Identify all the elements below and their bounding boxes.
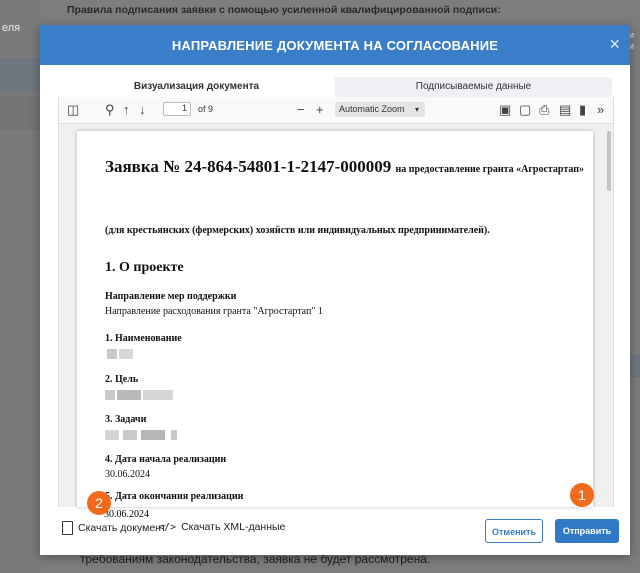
- field-label: 3. Задачи: [105, 414, 147, 425]
- zoom-out-icon[interactable]: −: [297, 102, 305, 117]
- more-tools-icon[interactable]: »: [597, 102, 604, 117]
- save-icon[interactable]: ▤: [559, 102, 571, 118]
- sidebar-toggle-icon[interactable]: ◫: [67, 102, 79, 118]
- section-heading: 1. О проекте: [105, 260, 184, 275]
- print-icon[interactable]: ⎙: [539, 102, 549, 118]
- document-title-suffix: на предоставление гранта «Агростартап»: [395, 164, 585, 175]
- field-label: 4. Дата начала реализации: [105, 454, 227, 465]
- pdf-toolbar: ◫ ⚲ ↑ ↓ 1 of 9 − + Automatic Zoom ▾ ▣ ▢ …: [59, 97, 613, 124]
- bookmark-icon[interactable]: ▮: [579, 102, 586, 118]
- document-subtitle: (для крестьянских (фермерских) хозяйств …: [105, 225, 490, 236]
- download-document-link[interactable]: Скачать документ: [62, 521, 166, 535]
- field-value: 30.06.2024: [104, 509, 149, 520]
- zoom-select[interactable]: Automatic Zoom ▾: [335, 102, 425, 117]
- document-title-number: Заявка № 24-864-54801-1-2147-000009: [105, 157, 392, 176]
- approval-modal: НАПРАВЛЕНИЕ ДОКУМЕНТА НА СОГЛАСОВАНИЕ × …: [40, 25, 630, 555]
- document-title: Заявка № 24-864-54801-1-2147-000009 на п…: [105, 157, 584, 177]
- close-icon[interactable]: ×: [609, 34, 620, 55]
- field-label: 5. Дата окончания реализации: [105, 491, 244, 502]
- chevron-down-icon: ▾: [414, 105, 419, 114]
- zoom-select-value: Automatic Zoom: [339, 104, 405, 114]
- download-xml-link[interactable]: </> Скачать XML-данные: [158, 521, 285, 533]
- cancel-button[interactable]: Отменить: [485, 519, 543, 543]
- send-button[interactable]: Отправить: [555, 519, 619, 543]
- previous-page-icon[interactable]: ↑: [123, 102, 130, 117]
- page-number-input[interactable]: 1: [163, 102, 191, 116]
- background-sidebar-label: еля: [2, 22, 21, 34]
- field-value: Направление расходования гранта "Агроста…: [105, 306, 323, 317]
- search-icon[interactable]: ⚲: [105, 102, 115, 118]
- field-label: 1. Наименование: [105, 333, 182, 344]
- background-sidebar-selected: [0, 58, 40, 92]
- background-right-bar: [629, 355, 640, 377]
- pdf-page: Заявка № 24-864-54801-1-2147-000009 на п…: [77, 131, 593, 507]
- pdf-scrollbar[interactable]: [607, 131, 611, 191]
- background-sidebar-row: [0, 96, 40, 130]
- field-label: 2. Цель: [105, 374, 139, 385]
- field-value: 30.06.2024: [105, 469, 150, 480]
- next-page-icon[interactable]: ↓: [139, 102, 146, 117]
- tab-document-visualization[interactable]: Визуализация документа: [58, 77, 335, 97]
- download-xml-label: Скачать XML-данные: [181, 521, 286, 533]
- document-tabs: Визуализация документа Подписываемые дан…: [58, 77, 612, 97]
- annotation-badge-1: 1: [570, 483, 594, 507]
- annotation-badge-2: 2: [87, 491, 111, 515]
- modal-title: НАПРАВЛЕНИЕ ДОКУМЕНТА НА СОГЛАСОВАНИЕ: [171, 38, 499, 53]
- presentation-mode-icon[interactable]: ▣: [499, 102, 511, 118]
- pdf-viewer: ◫ ⚲ ↑ ↓ 1 of 9 − + Automatic Zoom ▾ ▣ ▢ …: [58, 97, 614, 507]
- zoom-in-icon[interactable]: +: [316, 102, 324, 117]
- download-document-label: Скачать документ: [78, 522, 166, 534]
- field-label: Направление мер поддержки: [105, 291, 237, 302]
- background-sidebar: еля: [0, 0, 40, 573]
- page-count: of 9: [198, 104, 214, 114]
- code-icon: </>: [158, 521, 177, 533]
- tab-signed-data[interactable]: Подписываемые данные: [335, 77, 612, 97]
- open-file-icon[interactable]: ▢: [519, 102, 531, 118]
- background-rules-heading: Правила подписания заявки с помощью усил…: [67, 4, 501, 16]
- modal-header: НАПРАВЛЕНИЕ ДОКУМЕНТА НА СОГЛАСОВАНИЕ ×: [40, 25, 630, 65]
- file-icon: [62, 521, 73, 535]
